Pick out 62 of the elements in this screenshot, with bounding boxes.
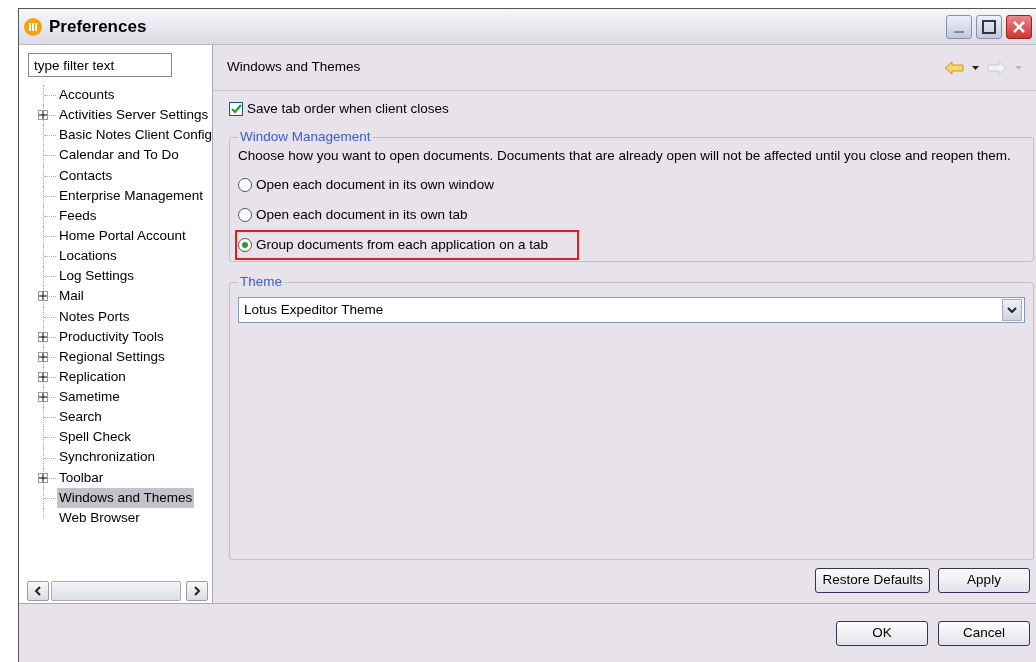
expand-icon[interactable] <box>38 351 48 362</box>
tree-item[interactable]: Regional Settings <box>57 346 167 368</box>
tree-item[interactable]: Toolbar <box>57 467 106 488</box>
tree-item[interactable]: Search <box>57 407 104 428</box>
expand-icon[interactable] <box>38 472 48 483</box>
radio-label: Open each document in its own tab <box>256 205 468 224</box>
tree-item[interactable]: Windows and Themes <box>57 487 195 508</box>
ok-button[interactable]: OK <box>836 621 928 646</box>
expand-icon[interactable] <box>38 331 48 342</box>
app-logo-icon <box>23 16 43 37</box>
radio-button[interactable] <box>238 238 252 253</box>
tree-item[interactable]: Activities Server Settings <box>57 105 211 126</box>
tree-item[interactable]: Accounts <box>57 84 117 106</box>
scrollbar-thumb[interactable] <box>51 581 181 601</box>
radio-label: Open each document in its own window <box>256 175 494 194</box>
radio-button[interactable] <box>238 177 252 192</box>
tree-item[interactable]: Sametime <box>57 387 122 408</box>
theme-dropdown[interactable]: Lotus Expeditor Theme <box>238 297 1025 324</box>
cancel-button[interactable]: Cancel <box>938 621 1030 646</box>
radio-label: Group documents from each application on a tab <box>256 236 548 254</box>
description-text: Choose how you want to open documents. Documents that are already open will not be affected until you close and reopen them. <box>238 147 1012 166</box>
chevron-left-icon <box>34 586 42 596</box>
tree-item[interactable]: Productivity Tools <box>57 326 166 347</box>
tree-item[interactable]: Notes Ports <box>57 306 132 327</box>
dropdown-caret-icon[interactable] <box>972 65 979 70</box>
tree-item[interactable]: Web Browser <box>57 507 142 529</box>
tree-item[interactable]: Log Settings <box>57 266 137 287</box>
tree-item[interactable]: Enterprise Management <box>57 185 206 206</box>
group-legend: Window Management <box>238 129 373 146</box>
tree-item[interactable]: Home Portal Account <box>57 225 188 247</box>
scroll-left-button[interactable] <box>27 581 49 601</box>
chevron-down-icon <box>1007 307 1017 314</box>
tree-item[interactable]: Locations <box>57 246 119 267</box>
tree-item[interactable]: Contacts <box>57 165 115 186</box>
page-title: Windows and Themes <box>227 58 361 77</box>
window-title: Preferences <box>49 15 147 38</box>
tree-item[interactable]: Spell Check <box>57 427 134 448</box>
apply-button[interactable]: Apply <box>938 568 1030 593</box>
radio-button[interactable] <box>238 207 252 222</box>
expand-icon[interactable] <box>38 371 48 382</box>
expand-icon[interactable] <box>38 291 48 302</box>
minimize-icon <box>954 30 964 33</box>
tree-item[interactable]: Basic Notes Client Config <box>57 125 215 146</box>
maximize-icon <box>982 19 996 34</box>
filter-field[interactable]: type filter text <box>28 53 172 77</box>
expand-icon[interactable] <box>38 392 48 403</box>
restore-defaults-button[interactable]: Restore Defaults <box>815 568 930 593</box>
tree-item[interactable]: Mail <box>57 286 86 307</box>
tree-item[interactable]: Feeds <box>57 205 99 227</box>
close-button[interactable] <box>1006 14 1032 39</box>
close-icon <box>1012 19 1026 34</box>
tree-item[interactable]: Calendar and To Do <box>57 145 181 166</box>
expand-icon[interactable] <box>38 110 48 121</box>
check-icon <box>230 104 242 115</box>
maximize-button[interactable] <box>976 14 1002 39</box>
scroll-right-button[interactable] <box>186 581 208 601</box>
tree-item[interactable]: Replication <box>57 366 128 388</box>
tree-item[interactable]: Synchronization <box>57 447 158 468</box>
chevron-right-icon <box>193 586 201 596</box>
checkbox[interactable] <box>229 102 243 117</box>
radio-dot-icon <box>242 242 248 249</box>
checkbox-label: Save tab order when client closes <box>247 100 449 118</box>
